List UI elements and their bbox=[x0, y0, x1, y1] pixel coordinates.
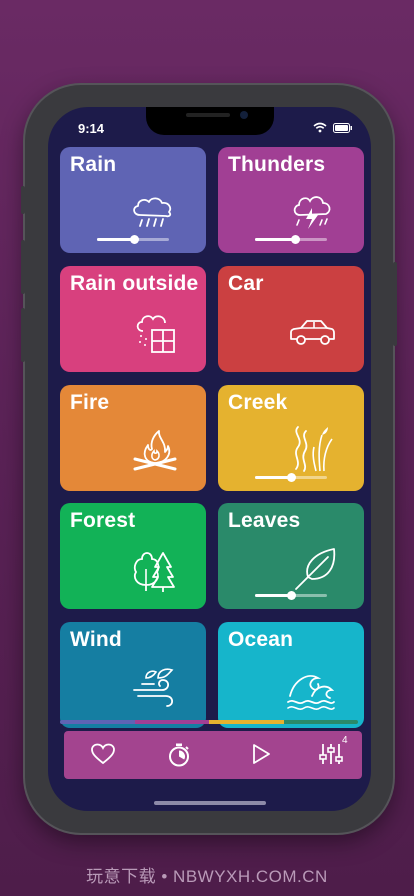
volume-slider-fill bbox=[97, 238, 135, 241]
rain-window-icon bbox=[134, 314, 178, 363]
campfire-icon bbox=[130, 427, 180, 478]
battery-icon bbox=[333, 122, 353, 133]
creek-icon bbox=[290, 425, 336, 478]
sound-tile-title: Wind bbox=[70, 628, 122, 651]
volume-slider[interactable] bbox=[255, 591, 327, 600]
wave-icon bbox=[286, 666, 336, 715]
sound-tile-title: Rain bbox=[70, 153, 117, 176]
notch bbox=[146, 107, 274, 135]
sound-tile-title: Rain outside bbox=[70, 272, 199, 295]
sound-tile-ocean[interactable]: Ocean bbox=[218, 622, 364, 728]
sound-tile-rain-outside[interactable]: Rain outside bbox=[60, 266, 206, 372]
sound-tile-wind[interactable]: Wind bbox=[60, 622, 206, 728]
sound-tile-title: Leaves bbox=[228, 509, 301, 532]
wifi-icon bbox=[313, 122, 327, 133]
phone-volume-down bbox=[21, 308, 25, 362]
tab-bar: 4 bbox=[64, 731, 362, 779]
heart-icon bbox=[90, 743, 116, 770]
sound-tile-title: Creek bbox=[228, 391, 288, 414]
progress-segment bbox=[60, 720, 135, 724]
home-indicator bbox=[154, 801, 266, 805]
sound-tile-thunders[interactable]: Thunders bbox=[218, 147, 364, 253]
sound-tile-title: Ocean bbox=[228, 628, 294, 651]
volume-slider-thumb[interactable] bbox=[130, 235, 140, 244]
volume-slider[interactable] bbox=[255, 473, 327, 482]
sound-tile-title: Car bbox=[228, 272, 264, 295]
tab-mixer[interactable] bbox=[319, 742, 343, 771]
leaf-icon bbox=[294, 547, 336, 596]
sound-tile-creek[interactable]: Creek bbox=[218, 385, 364, 491]
sound-tile-title: Forest bbox=[70, 509, 136, 532]
phone-side-button bbox=[21, 186, 25, 214]
sound-tile-title: Fire bbox=[70, 391, 110, 414]
sound-tile-car[interactable]: Car bbox=[218, 266, 364, 372]
wind-icon bbox=[132, 664, 178, 713]
volume-slider-thumb[interactable] bbox=[287, 591, 296, 600]
volume-slider-thumb[interactable] bbox=[290, 235, 300, 244]
volume-slider[interactable] bbox=[255, 235, 327, 244]
phone-power-button bbox=[393, 262, 397, 346]
app-screen: 9:14 Rain Thunders Rain outside Car Fire Cree… bbox=[48, 107, 371, 811]
rain-cloud-icon bbox=[128, 195, 178, 234]
volume-slider-fill bbox=[255, 476, 291, 479]
volume-slider-fill bbox=[255, 594, 291, 597]
tab-play[interactable] bbox=[250, 742, 272, 771]
mix-progress-strip bbox=[60, 720, 358, 724]
phone-volume-up bbox=[21, 240, 25, 294]
mixer-icon bbox=[319, 744, 343, 770]
sound-tile-rain[interactable]: Rain bbox=[60, 147, 206, 253]
sound-tile-title: Thunders bbox=[228, 153, 326, 176]
status-time: 9:14 bbox=[78, 121, 105, 136]
volume-slider-thumb[interactable] bbox=[287, 473, 296, 482]
progress-segment bbox=[209, 720, 284, 724]
camera bbox=[240, 111, 248, 119]
progress-segment bbox=[134, 720, 209, 724]
tab-timer[interactable] bbox=[167, 742, 191, 773]
speaker bbox=[186, 113, 230, 117]
timer-icon bbox=[167, 743, 191, 772]
watermark: 玩意下载 • NBWYXH.COM.CN bbox=[86, 867, 328, 886]
play-icon bbox=[250, 744, 272, 770]
sound-tile-fire[interactable]: Fire bbox=[60, 385, 206, 491]
tab-favorites[interactable] bbox=[90, 742, 116, 771]
sound-tile-forest[interactable]: Forest bbox=[60, 503, 206, 609]
volume-slider[interactable] bbox=[97, 235, 169, 244]
mixer-count-badge: 4 bbox=[342, 735, 348, 746]
car-icon bbox=[288, 318, 336, 351]
trees-icon bbox=[130, 545, 176, 598]
sound-tile-leaves[interactable]: Leaves bbox=[218, 503, 364, 609]
volume-slider-fill bbox=[255, 238, 295, 241]
progress-segment bbox=[283, 720, 358, 724]
thunder-cloud-icon bbox=[290, 193, 334, 238]
status-icons bbox=[313, 122, 353, 133]
